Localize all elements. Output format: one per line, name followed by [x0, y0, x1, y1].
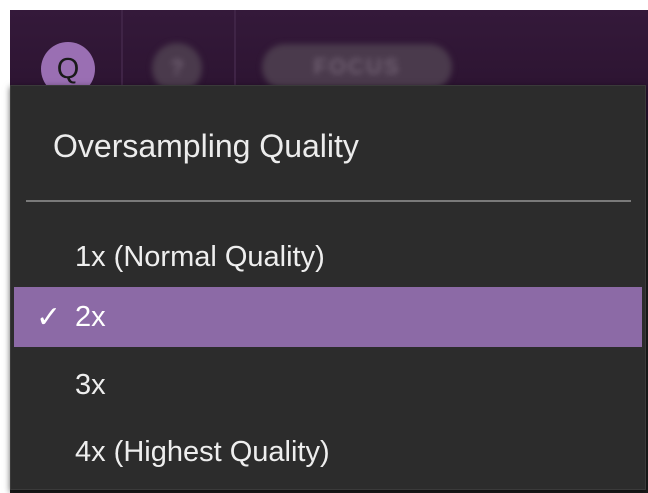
- menu-title: Oversampling Quality: [53, 128, 359, 164]
- oversampling-quality-menu: Oversampling Quality 1x (Normal Quality)…: [10, 85, 646, 490]
- menu-item-3x[interactable]: 3x: [14, 355, 642, 415]
- menu-item-1x[interactable]: 1x (Normal Quality): [14, 227, 642, 287]
- help-icon: ?: [170, 55, 184, 80]
- menu-item-label: 3x: [75, 368, 106, 401]
- menu-item-label: 1x (Normal Quality): [75, 240, 325, 273]
- menu-item-label: 2x: [75, 300, 106, 333]
- plugin-window: Q ? FOCUS Oversampling Quality 1x (Norma…: [10, 10, 648, 493]
- menu-item-2x[interactable]: ✓ 2x: [14, 287, 642, 347]
- quality-button-label: Q: [56, 52, 80, 85]
- menu-item-label: 4x (Highest Quality): [75, 435, 330, 468]
- checkmark-icon: ✓: [36, 299, 62, 335]
- focus-button[interactable]: FOCUS: [262, 44, 452, 90]
- focus-button-label: FOCUS: [313, 54, 401, 79]
- menu-item-4x[interactable]: 4x (Highest Quality): [14, 422, 642, 482]
- menu-divider: [26, 200, 631, 202]
